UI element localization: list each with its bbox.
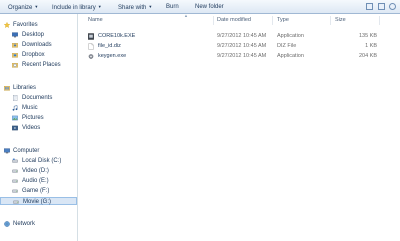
file-name: file_id.diz (98, 43, 121, 49)
nav-computer[interactable]: Computer (0, 147, 77, 155)
nav-item-video-d[interactable]: Video (D:) (0, 167, 77, 175)
navigation-pane: Favorites Desktop Downloads Dropbox Rece… (0, 14, 78, 241)
computer-icon (4, 148, 10, 154)
organize-menu[interactable]: Organize ▼ (8, 3, 38, 11)
nav-item-desktop[interactable]: Desktop (0, 31, 77, 39)
nav-item-label: Music (22, 105, 38, 111)
nav-network[interactable]: Network (0, 220, 77, 228)
nav-network-label: Network (13, 221, 36, 227)
preview-pane-icon[interactable] (378, 3, 385, 10)
music-icon (12, 105, 18, 111)
file-date-modified: 9/27/2012 10:45 AM (217, 33, 267, 39)
gear-icon (88, 54, 94, 59)
nav-item-game-f[interactable]: Game (F:) (0, 187, 77, 195)
nav-item-movie-g[interactable]: Movie (G:) (0, 197, 77, 205)
desktop-icon (12, 32, 18, 38)
file-row-keygen[interactable]: keygen.exe 9/27/2012 10:45 AM Applicatio… (79, 52, 400, 61)
videos-icon (12, 125, 18, 131)
organize-label: Organize (8, 5, 33, 11)
nav-item-label: Video (D:) (22, 168, 49, 174)
nav-computer-label: Computer (13, 148, 40, 154)
dropbox-icon (12, 53, 18, 58)
help-icon[interactable] (389, 3, 396, 10)
recent-places-icon (12, 63, 18, 68)
file-date-modified: 9/27/2012 10:45 AM (217, 53, 267, 59)
documents-icon (13, 95, 18, 101)
downloads-folder-icon (12, 43, 18, 48)
column-divider[interactable] (272, 16, 273, 25)
drive-icon (12, 169, 18, 173)
file-type: Application (277, 33, 304, 39)
sort-arrow-icon: ▲ (184, 13, 188, 18)
file-type: Application (277, 53, 304, 59)
nav-item-label: Pictures (22, 115, 44, 121)
nav-libraries[interactable]: Libraries (0, 84, 77, 92)
include-in-library-menu[interactable]: Include in library ▼ (52, 3, 102, 11)
column-divider[interactable] (213, 16, 214, 25)
nav-libraries-label: Libraries (13, 85, 37, 91)
file-list: ▲ Name Date modified Type Size CORE10k.E… (79, 13, 400, 241)
new-folder-button[interactable]: New folder (195, 3, 224, 11)
column-divider[interactable] (379, 16, 380, 25)
share-with-menu[interactable]: Share with ▼ (118, 3, 152, 11)
pictures-icon (12, 115, 18, 121)
document-icon (88, 43, 94, 50)
dropdown-arrow-icon: ▼ (34, 4, 39, 9)
network-icon (4, 221, 10, 227)
nav-item-recent-places[interactable]: Recent Places (0, 61, 77, 69)
file-type: DIZ File (277, 43, 297, 49)
drive-icon (12, 189, 18, 193)
file-size: 1 KB (365, 43, 377, 49)
nav-item-label: Recent Places (22, 62, 61, 68)
nav-favorites-label: Favorites (13, 22, 38, 28)
column-header-name[interactable]: Name (88, 16, 103, 25)
dropdown-arrow-icon: ▼ (97, 4, 102, 9)
nav-item-local-disk-c[interactable]: Local Disk (C:) (0, 157, 77, 165)
nav-item-label: Game (F:) (22, 188, 50, 194)
nav-item-label: Desktop (22, 32, 45, 38)
dropdown-arrow-icon: ▼ (148, 4, 153, 9)
drive-icon (12, 179, 18, 183)
file-date-modified: 9/27/2012 10:45 AM (217, 43, 267, 49)
nav-item-downloads[interactable]: Downloads (0, 41, 77, 49)
nav-item-label: Movie (G:) (23, 199, 52, 205)
include-in-library-label: Include in library (52, 5, 96, 11)
nav-item-documents[interactable]: Documents (0, 94, 77, 102)
column-header-type[interactable]: Type (277, 16, 289, 25)
column-header-size[interactable]: Size (335, 16, 346, 25)
nav-item-label: Downloads (22, 42, 52, 48)
change-view-icon[interactable] (366, 3, 373, 10)
nav-favorites[interactable]: Favorites (0, 21, 77, 29)
nav-item-label: Videos (22, 125, 41, 131)
nav-item-audio-e[interactable]: Audio (E:) (0, 177, 77, 185)
nav-item-videos[interactable]: Videos (0, 124, 77, 132)
file-row-core10k[interactable]: CORE10k.EXE 9/27/2012 10:45 AM Applicati… (79, 32, 400, 41)
file-name: CORE10k.EXE (98, 33, 136, 39)
file-size: 135 KB (358, 33, 377, 39)
nav-item-pictures[interactable]: Pictures (0, 114, 77, 122)
nav-item-label: Documents (22, 95, 53, 101)
libraries-icon (4, 86, 10, 91)
file-size: 204 KB (358, 53, 377, 59)
nav-item-label: Audio (E:) (22, 178, 49, 184)
drive-icon (13, 200, 19, 204)
column-header-date-modified[interactable]: Date modified (217, 16, 251, 25)
nav-item-music[interactable]: Music (0, 104, 77, 112)
column-divider[interactable] (330, 16, 331, 25)
file-name: keygen.exe (98, 53, 127, 59)
file-row-file-id[interactable]: file_id.diz 9/27/2012 10:45 AM DIZ File … (79, 42, 400, 51)
star-icon (4, 22, 10, 28)
new-folder-label: New folder (195, 4, 224, 10)
burn-label: Burn (166, 4, 179, 10)
exe-icon (88, 33, 94, 40)
nav-item-label: Local Disk (C:) (22, 158, 62, 164)
burn-button[interactable]: Burn (166, 3, 179, 11)
command-bar: Organize ▼ Include in library ▼ Share with… (0, 0, 400, 14)
nav-item-label: Dropbox (22, 52, 45, 58)
local-disk-icon (12, 158, 18, 163)
nav-item-dropbox[interactable]: Dropbox (0, 51, 77, 59)
share-with-label: Share with (118, 5, 147, 11)
